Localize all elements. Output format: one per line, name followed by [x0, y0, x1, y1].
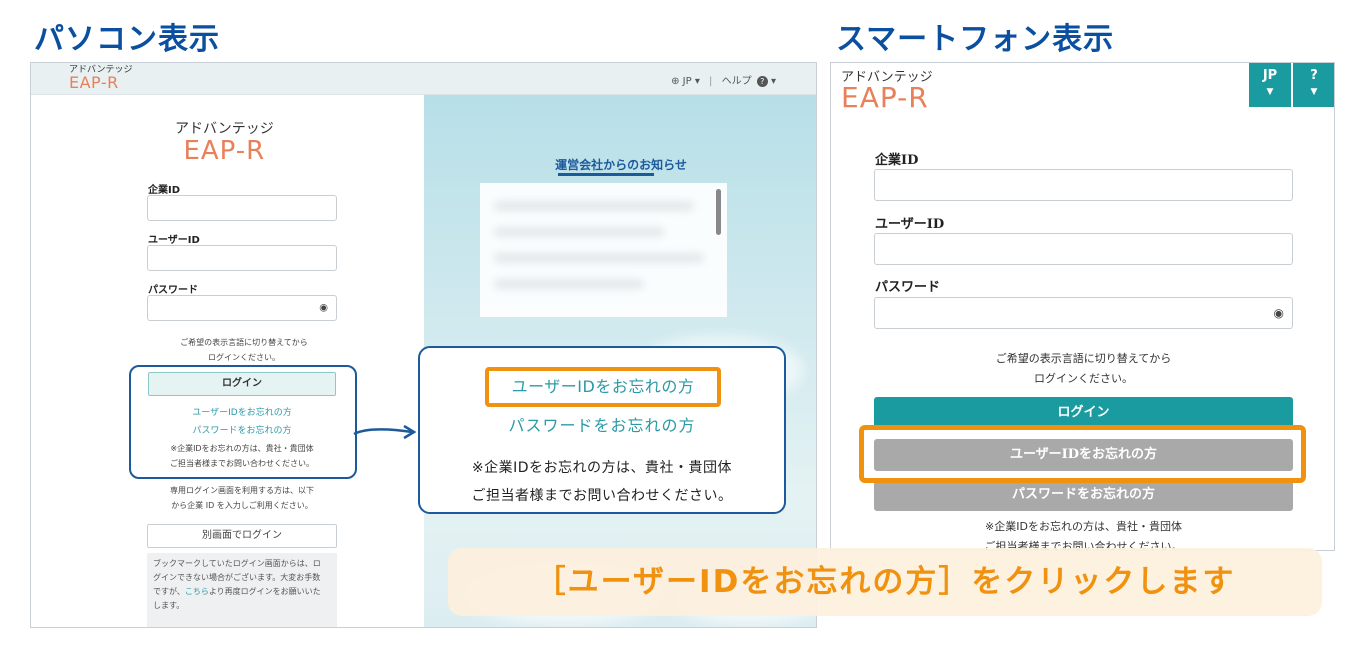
bookmark-note-line3: ですが、こちらより再度ログインをお願いいた: [153, 585, 331, 599]
sp-language-note: ご希望の表示言語に切り替えてから ログインください。: [874, 349, 1293, 389]
user-id-input[interactable]: [147, 245, 337, 271]
logo-eap: EAP-R: [183, 136, 266, 166]
pc-header-logo[interactable]: アドバンテッジ EAP-R: [69, 66, 132, 91]
news-scrollbar[interactable]: [716, 189, 721, 235]
bookmark-note-line1: ブックマークしていたログイン画面からは、ロ: [153, 559, 321, 568]
password-label: パスワード: [148, 285, 198, 296]
password-input[interactable]: ◉: [147, 295, 337, 321]
sp-forgot-password-button[interactable]: パスワードをお忘れの方: [874, 479, 1293, 511]
dedicated-note-line1: 専用ログイン画面を利用する方は、以下: [170, 486, 314, 495]
sp-user-id-input[interactable]: [874, 233, 1293, 265]
sp-language-label: JP: [1262, 68, 1278, 83]
zoom-note-line2: ご担当者様までお問い合わせください。: [471, 488, 733, 504]
news-title-underline: [558, 173, 654, 176]
separator: |: [709, 76, 713, 87]
sp-password-label: パスワード: [875, 280, 941, 295]
zoom-forgot-password-link[interactable]: パスワードをお忘れの方: [420, 412, 784, 436]
dedicated-login-note: 専用ログイン画面を利用する方は、以下 から企業 ID を入力しご利用ください。: [148, 483, 336, 513]
zoom-forgot-user-id-link[interactable]: ユーザーIDをお忘れの方: [485, 367, 721, 407]
zoom-note-line1: ※企業IDをお忘れの方は、貴社・貴団体: [471, 460, 733, 476]
bookmark-note: ブックマークしていたログイン画面からは、ロ グインできない場合がございます。大変…: [147, 553, 337, 627]
sp-language-note-line1: ご希望の表示言語に切り替えてから: [995, 352, 1172, 365]
company-id-label: 企業ID: [148, 185, 181, 196]
user-id-label: ユーザーID: [148, 235, 200, 246]
zoom-callout: ユーザーIDをお忘れの方 パスワードをお忘れの方 ※企業IDをお忘れの方は、貴社…: [418, 346, 786, 514]
language-note: ご希望の表示言語に切り替えてから ログインください。: [149, 335, 339, 365]
zoom-company-id-note: ※企業IDをお忘れの方は、貴社・貴団体 ご担当者様までお問い合わせください。: [420, 454, 784, 510]
sp-language-note-line2: ログインください。: [1034, 372, 1133, 385]
instruction-banner: ［ユーザーIDをお忘れの方］をクリックします: [448, 548, 1322, 616]
pc-top-bar: アドバンテッジ EAP-R ⊕ JP ▾ | ヘルプ ? ▾: [31, 63, 816, 95]
eye-icon[interactable]: ◉: [1274, 306, 1284, 320]
sp-language-button[interactable]: JP ▼: [1249, 63, 1291, 107]
news-title: 運営会社からのお知らせ: [555, 158, 687, 172]
help-link[interactable]: ヘルプ: [722, 76, 752, 87]
heading-smartphone-view: スマートフォン表示: [836, 22, 1115, 57]
eye-icon[interactable]: ◉: [319, 303, 328, 314]
globe-icon[interactable]: ⊕: [671, 76, 679, 87]
here-link[interactable]: こちら: [185, 587, 209, 596]
lang-selector[interactable]: JP: [683, 76, 692, 87]
news-list[interactable]: [480, 183, 727, 317]
help-circle-icon: ?: [1310, 68, 1318, 83]
bookmark-note-line2: グインできない場合がございます。大変お手数: [153, 573, 321, 582]
dedicated-note-line2: から企業 ID を入力しご利用ください。: [171, 501, 313, 510]
pc-login-panel: アドバンテッジ EAP-R 企業ID ユーザーID パスワード ◉ ご希望の表示…: [31, 95, 424, 627]
pc-main-logo: アドバンテッジ EAP-R: [175, 122, 274, 164]
logo-eap: EAP-R: [69, 73, 119, 92]
sp-company-note-line1: ※企業IDをお忘れの方は、貴社・貴団体: [985, 520, 1182, 533]
pc-top-right-menu: ⊕ JP ▾ | ヘルプ ? ▾: [671, 72, 776, 87]
logo-kana: アドバンテッジ: [175, 121, 274, 137]
logo-eap: EAP-R: [841, 81, 929, 114]
language-note-line2: ログインください。: [208, 353, 280, 362]
sp-company-id-note: ※企業IDをお忘れの方は、貴社・貴団体 ご担当者様までお問い合わせください。: [874, 517, 1293, 550]
instruction-text: ［ユーザーIDをお忘れの方］をクリックします: [534, 564, 1236, 600]
sp-password-input[interactable]: ◉: [874, 297, 1293, 329]
help-circle-icon[interactable]: ?: [756, 76, 768, 87]
pc-screenshot: アドバンテッジ EAP-R ⊕ JP ▾ | ヘルプ ? ▾ アドバンテッジ E…: [30, 62, 817, 628]
chevron-down-icon[interactable]: ▾: [771, 76, 776, 87]
bookmark-note-text: より再度ログインをお願いいた: [208, 587, 321, 596]
company-id-input[interactable]: [147, 195, 337, 221]
sp-highlight-frame: [859, 425, 1306, 483]
chevron-down-icon: ▼: [1310, 87, 1318, 97]
arrow-icon: [353, 424, 417, 440]
sp-help-button[interactable]: ? ▼: [1293, 63, 1334, 107]
language-note-line1: ご希望の表示言語に切り替えてから: [180, 338, 308, 347]
chevron-down-icon: ▼: [1266, 87, 1274, 97]
alt-login-button[interactable]: 別画面でログイン: [147, 524, 337, 548]
bookmark-note-text: ですが、: [153, 587, 185, 596]
sp-user-id-label: ユーザーID: [875, 217, 945, 232]
pc-highlight-frame: [129, 365, 357, 479]
sp-company-id-label: 企業ID: [875, 153, 919, 168]
sp-logo[interactable]: アドバンテッジ EAP-R: [841, 71, 933, 112]
sp-company-id-input[interactable]: [874, 169, 1293, 201]
heading-pc-view: パソコン表示: [34, 22, 220, 57]
bookmark-note-line4: します。: [153, 601, 185, 610]
chevron-down-icon[interactable]: ▾: [695, 76, 700, 87]
